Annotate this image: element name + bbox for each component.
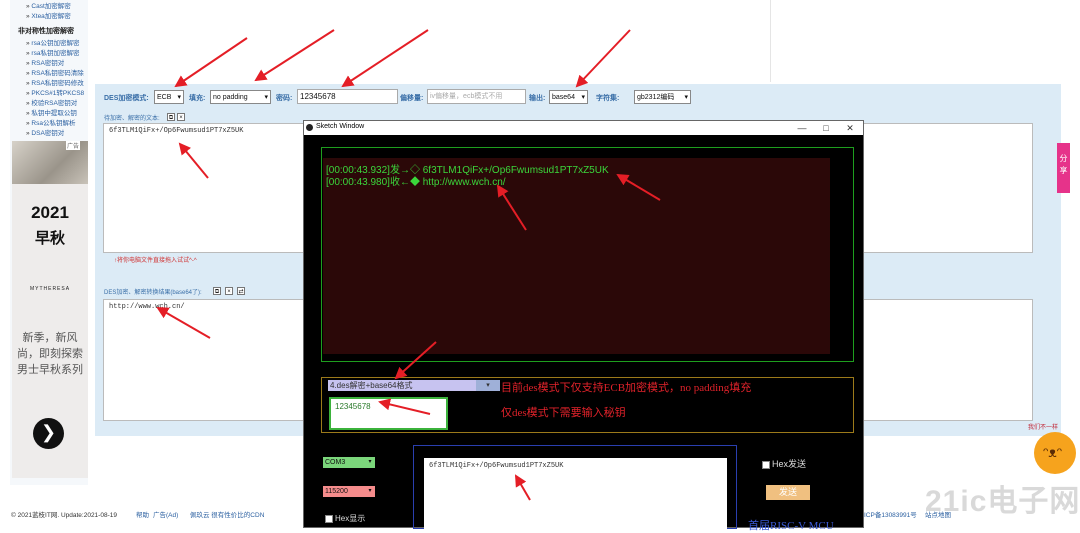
hex-show-label: Hex显示 xyxy=(335,514,366,523)
sidebar-link-pkcs[interactable]: PKCS#1转PKCS8 xyxy=(26,87,84,97)
sidebar-link-rsa-priv[interactable]: rsa私钥加密解密 xyxy=(26,47,79,57)
chevron-down-icon: ▾ xyxy=(368,488,372,494)
charset-label: 字符集: xyxy=(596,95,620,102)
ad-season: 早秋 xyxy=(34,230,65,247)
chevron-down-icon: ▾ xyxy=(368,459,372,465)
share-tab[interactable]: 分享 xyxy=(1057,143,1070,193)
sidebar-link-rsa-pub[interactable]: rsa公钥加密解密 xyxy=(26,37,79,47)
hex-show-checkbox[interactable]: Hex显示 xyxy=(325,513,365,524)
output-value: base64 xyxy=(552,94,575,101)
watermark: 21ic电子网 xyxy=(925,485,1080,518)
log-dir: 收←◆ xyxy=(389,177,420,188)
com-port-select[interactable]: COM3 ▾ xyxy=(323,457,375,468)
hex-send-checkbox[interactable]: Hex发送 xyxy=(762,457,806,470)
sidebar-link-verify[interactable]: 校验RSA密钥对 xyxy=(26,97,77,107)
ad-brand: MYTHERESA xyxy=(29,286,71,292)
close-icon[interactable]: ✕ xyxy=(840,122,860,134)
minimize-icon[interactable]: — xyxy=(792,122,812,134)
checkbox-icon xyxy=(762,460,770,469)
sketch-title: Sketch Window xyxy=(316,123,365,130)
iv-input[interactable]: iv偏移量，ecb模式不用 xyxy=(427,89,526,104)
chevron-down-icon: ▾ xyxy=(684,94,688,101)
baud-rate-select[interactable]: 115200 ▾ xyxy=(323,486,375,497)
sketch-titlebar[interactable]: Sketch Window — □ ✕ xyxy=(304,121,863,135)
iv-label: 偏移量: xyxy=(400,95,424,102)
padding-value: no padding xyxy=(213,94,248,101)
ad-next-icon[interactable]: ❯ xyxy=(33,418,64,449)
plaintext-label: 待加密、解密的文本: xyxy=(104,116,160,122)
copy-icon[interactable]: ⧉ xyxy=(167,113,175,121)
hex-send-label: Hex发送 xyxy=(772,459,807,469)
baud-rate-value: 115200 xyxy=(325,488,348,495)
key-label: 密码: xyxy=(276,95,293,102)
checkbox-icon xyxy=(325,514,333,523)
charset-select[interactable]: gb2312编码 ▾ xyxy=(634,90,691,104)
content-top xyxy=(96,0,771,82)
mascot-face-icon: ᵔᴥᵔ xyxy=(1043,444,1063,460)
sidebar-link-xtea[interactable]: Xtea加密解密 xyxy=(26,10,70,20)
padding-select[interactable]: no padding ▾ xyxy=(210,90,271,104)
sidebar-section-title: 非对称性加密解密 xyxy=(18,28,74,35)
charset-value: gb2312编码 xyxy=(637,94,675,101)
sidebar-link-cast[interactable]: Cast加密解密 xyxy=(26,0,70,10)
chevron-down-icon: ▾ xyxy=(581,94,585,101)
com-port-value: COM3 xyxy=(325,459,346,466)
footer-copyright: © 2021蓝枝IT网. Update:2021-08-19 xyxy=(11,512,117,519)
chevron-down-icon[interactable]: ▾ xyxy=(476,380,500,391)
ad-copy: 新季，新风尚，即刻探索男士早秋系列 xyxy=(17,332,83,376)
chevron-down-icon: ▾ xyxy=(264,94,268,101)
sketch-window: Sketch Window — □ ✕ [00:00:43.932]发→◇ 6f… xyxy=(303,120,864,532)
crypto-mode-select[interactable]: 4.des解密+base64格式 xyxy=(328,380,500,391)
key-field[interactable]: 12345678 xyxy=(329,397,448,430)
maximize-icon[interactable]: □ xyxy=(816,122,836,134)
footer-icp-link[interactable]: ICP备13083991号 xyxy=(864,509,917,519)
clear-icon[interactable]: × xyxy=(177,113,185,121)
log-line-receive: [00:00:43.980]收←◆ http://www.wch.cn/ xyxy=(326,173,506,188)
drag-hint: ↑将你电脑文件直接拖入试试^-^ xyxy=(114,258,197,264)
padding-label: 填充: xyxy=(189,95,206,102)
mode-label: DES加密模式: xyxy=(104,95,149,102)
ad-year: 2021 xyxy=(31,203,69,222)
app-icon xyxy=(306,124,313,131)
sidebar-link-rsa-keypair[interactable]: RSA密钥对 xyxy=(26,57,64,67)
mode-note-key: 仅des模式下需要输入秘钥 xyxy=(501,407,626,419)
send-button[interactable]: 发送 xyxy=(766,485,810,500)
ad-tag: 广告 xyxy=(66,141,81,150)
output-select[interactable]: base64 ▾ xyxy=(549,90,588,104)
output-label: 输出: xyxy=(529,95,546,102)
clear-icon[interactable]: × xyxy=(225,287,233,295)
copy-icon[interactable]: ⧉ xyxy=(213,287,221,295)
mode-note-ecb: 目前des模式下仅支持ECB加密模式，no padding填充 xyxy=(501,382,752,394)
footer-help-link[interactable]: 帮助 xyxy=(136,509,149,519)
brand-text: 首届RISC-V MCU xyxy=(748,520,834,532)
footer-ads-link[interactable]: 广告(Ad) xyxy=(153,509,178,519)
log-time: [00:00:43.980] xyxy=(326,177,390,188)
sidebar-link-rsa-clear[interactable]: RSA私钥密码清除 xyxy=(26,67,83,77)
log-text: http://www.wch.cn/ xyxy=(422,177,506,188)
mode-select[interactable]: ECB ▾ xyxy=(154,90,184,104)
send-input[interactable]: 6f3TLM1QiFx+/Op6Fwumsud1PT7xZ5UK xyxy=(424,458,727,529)
sidebar-link-rsa-modify[interactable]: RSA私钥密码修改 xyxy=(26,77,83,87)
sidebar-link-extract[interactable]: 私钥中提取公钥 xyxy=(26,107,77,117)
result-label: DES加密、解密转换结果(base64了): xyxy=(104,290,202,296)
key-input[interactable]: 12345678 xyxy=(297,89,398,104)
mascot-bubble: 我们不一样 xyxy=(1028,425,1059,431)
swap-icon[interactable]: ⇄ xyxy=(237,287,245,295)
footer-cdn-link[interactable]: 佩玖云 很有性价比的CDN xyxy=(190,509,264,519)
chevron-down-icon: ▾ xyxy=(177,94,181,101)
mode-value: ECB xyxy=(157,94,172,101)
sidebar-link-parse[interactable]: Rsa公私钥解析 xyxy=(26,117,75,127)
sidebar-link-dsa[interactable]: DSA密钥对 xyxy=(26,127,64,137)
